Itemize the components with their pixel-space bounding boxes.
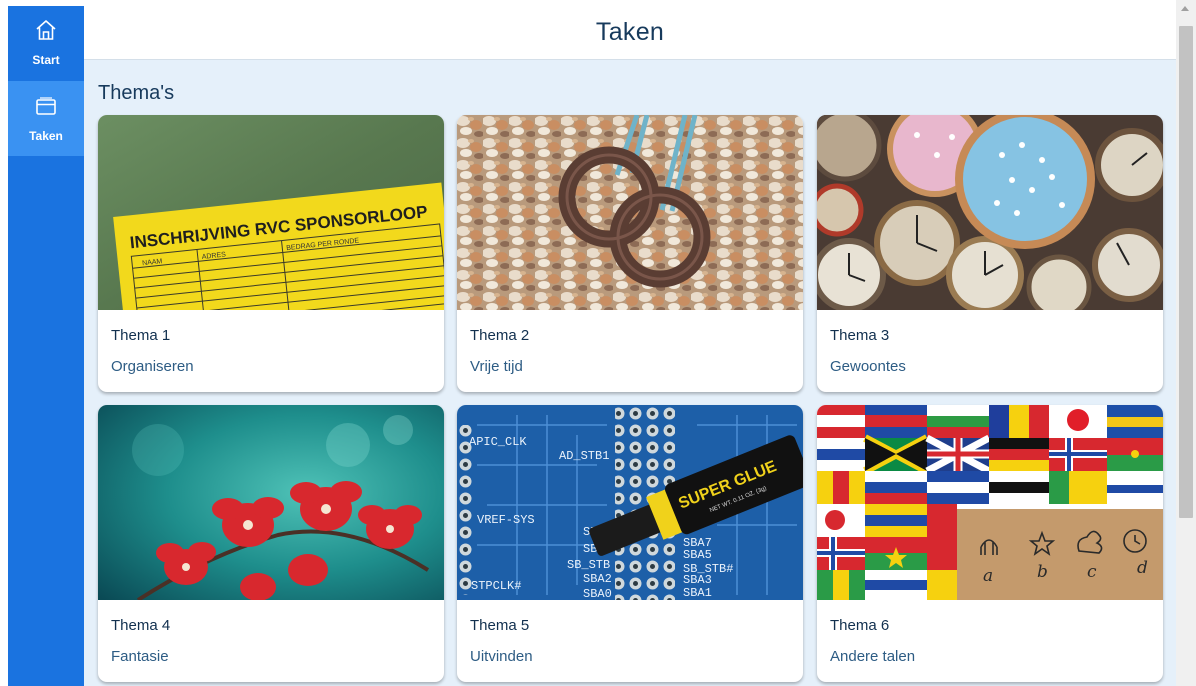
nav-item-label: Start — [32, 53, 60, 67]
page-title: Taken — [595, 18, 665, 46]
theme-card-1[interactable]: INSCHRIJVING RVC SPONSORLOOP NAAM ADRES — [98, 115, 444, 392]
theme-image-clocks — [817, 115, 1163, 310]
svg-text:SBA2: SBA2 — [583, 572, 612, 586]
theme-image-orchids — [98, 405, 444, 600]
theme-card-5[interactable]: APIC_CLK AD_STB1 VREF-SYS STPCLK# SBA6 S… — [457, 405, 803, 682]
svg-text:c: c — [1087, 562, 1097, 582]
svg-text:AD_STB1: AD_STB1 — [559, 449, 609, 463]
card-subtitle: Uitvinden — [470, 648, 533, 665]
nav-item-taken[interactable]: Taken — [8, 81, 84, 156]
home-icon — [36, 20, 56, 40]
svg-text:SB_STB: SB_STB — [567, 558, 610, 572]
theme-card-2[interactable]: Thema 2 Vrije tijd — [457, 115, 803, 392]
nav-item-start[interactable]: Start — [8, 6, 84, 81]
theme-card-4[interactable]: Thema 4 Fantasie — [98, 405, 444, 682]
svg-text:VREF-SYS: VREF-SYS — [477, 513, 535, 527]
theme-image-flags: a b c d — [817, 405, 1163, 600]
scrollbar-thumb[interactable] — [1179, 26, 1193, 518]
svg-text:SBA1: SBA1 — [683, 586, 712, 600]
page-header: Taken — [84, 6, 1176, 60]
side-nav: Start Taken — [8, 6, 84, 686]
card-title: Thema 2 — [470, 327, 530, 344]
card-title: Thema 6 — [830, 617, 890, 634]
theme-card-3[interactable]: Thema 3 Gewoontes — [817, 115, 1163, 392]
card-subtitle: Andere talen — [830, 648, 916, 665]
svg-text:STPCLK#: STPCLK# — [471, 579, 521, 593]
svg-text:SBA3: SBA3 — [683, 573, 712, 587]
svg-text:a: a — [983, 566, 993, 586]
main-content: Thema's INSCHRIJVING RVC SPONSORLOOP NAA… — [84, 60, 1176, 686]
scroll-up-arrow-icon[interactable] — [1181, 6, 1189, 11]
vertical-scrollbar[interactable] — [1176, 0, 1196, 686]
theme-image-sponsorloop: INSCHRIJVING RVC SPONSORLOOP NAAM ADRES — [98, 115, 444, 310]
card-subtitle: Vrije tijd — [470, 358, 523, 375]
card-title: Thema 4 — [111, 617, 171, 634]
svg-text:SBA5: SBA5 — [683, 548, 712, 562]
theme-image-shells — [457, 115, 803, 310]
svg-text:APIC_CLK: APIC_CLK — [469, 435, 527, 449]
windows-icon — [36, 97, 56, 115]
card-subtitle: Organiseren — [111, 358, 194, 375]
card-title: Thema 3 — [830, 327, 890, 344]
svg-text:SBA0: SBA0 — [583, 587, 612, 600]
card-subtitle: Fantasie — [111, 648, 169, 665]
app: Start Taken Taken Thema's INSCHRIJVING R… — [0, 0, 1196, 686]
card-subtitle: Gewoontes — [830, 358, 906, 375]
theme-card-6[interactable]: a b c d Thema 6 Andere talen — [817, 405, 1163, 682]
card-title: Thema 1 — [111, 327, 171, 344]
svg-text:d: d — [1137, 558, 1148, 578]
nav-item-label: Taken — [29, 129, 63, 143]
svg-text:b: b — [1037, 562, 1048, 582]
card-title: Thema 5 — [470, 617, 530, 634]
section-title: Thema's — [98, 82, 175, 104]
theme-image-circuit: APIC_CLK AD_STB1 VREF-SYS STPCLK# SBA6 S… — [457, 405, 803, 600]
